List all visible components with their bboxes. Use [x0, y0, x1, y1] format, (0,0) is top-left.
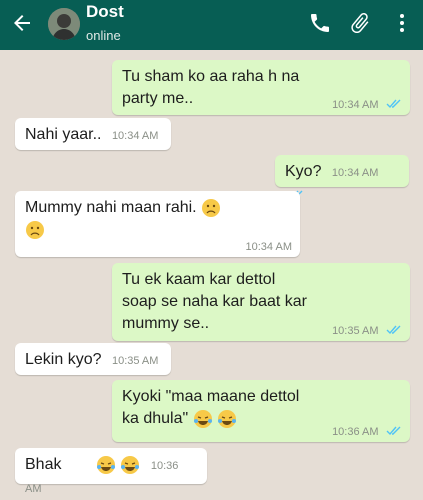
message-text: Kyo? [285, 163, 322, 180]
message-time: 10:34 AM [332, 99, 379, 111]
message-time: 10:34 AM [331, 167, 379, 179]
message-bubble-outgoing[interactable]: Tu ek kaam kar dettol soap se naha kar b… [112, 263, 410, 341]
double-check-icon [386, 325, 401, 334]
message-bubble-incoming[interactable]: Mummy nahi maan rahi. 10:34 AM [15, 191, 300, 257]
message-text: soap se naha kar baat kar [122, 293, 308, 310]
contact-name[interactable]: Dost [86, 2, 124, 22]
message-time: 10:36 AM [332, 426, 379, 438]
laughing-tears-emoji [96, 455, 115, 474]
chat-header: Dost online [0, 0, 423, 50]
message-time: 10:34 AM [111, 130, 159, 142]
phone-icon[interactable] [308, 11, 332, 35]
back-arrow-icon[interactable] [10, 11, 34, 35]
message-text: Mummy nahi maan rahi. [25, 199, 197, 216]
avatar[interactable] [48, 8, 80, 40]
message-text: Kyoki "maa maane dettol [122, 388, 300, 405]
message-bubble-outgoing[interactable]: Tu sham ko aa raha h na party me.. 10:34… [112, 60, 410, 115]
message-text: Lekin kyo? [25, 351, 102, 368]
message-bubble-incoming[interactable]: Bhak 10:36 AM [15, 448, 207, 495]
double-check-icon [386, 99, 401, 108]
sad-face-emoji [202, 198, 221, 217]
message-bubble-outgoing[interactable]: Kyoki "maa maane dettol ka dhula" 10:36 … [112, 380, 410, 442]
laughing-tears-emoji [121, 455, 140, 474]
message-bubble-incoming[interactable]: Lekin kyo? 10:35 AM [15, 343, 171, 375]
chat-area[interactable]: Tu sham ko aa raha h na party me.. 10:34… [0, 50, 423, 495]
message-text: Tu ek kaam kar dettol [122, 271, 276, 288]
message-bubble-incoming[interactable]: Nahi yaar.. 10:34 AM [15, 118, 171, 150]
more-vert-icon[interactable] [390, 11, 414, 35]
message-text: ka dhula" [122, 410, 189, 427]
paperclip-icon[interactable] [348, 11, 372, 35]
sad-face-emoji [26, 220, 44, 239]
message-time: 10:35 AM [111, 355, 159, 367]
contact-status: online [86, 28, 121, 43]
laughing-tears-emoji [218, 409, 237, 428]
message-time: 10:35 AM [332, 325, 379, 337]
double-check-icon [386, 426, 401, 435]
laughing-tears-emoji [193, 409, 212, 428]
message-text: Tu sham ko aa raha h na [122, 68, 300, 85]
message-bubble-outgoing[interactable]: Kyo? 10:34 AM [275, 155, 409, 199]
message-time: 10:34 AM [245, 241, 292, 253]
message-text: Nahi yaar.. [25, 126, 102, 143]
message-text: Bhak [25, 456, 62, 473]
